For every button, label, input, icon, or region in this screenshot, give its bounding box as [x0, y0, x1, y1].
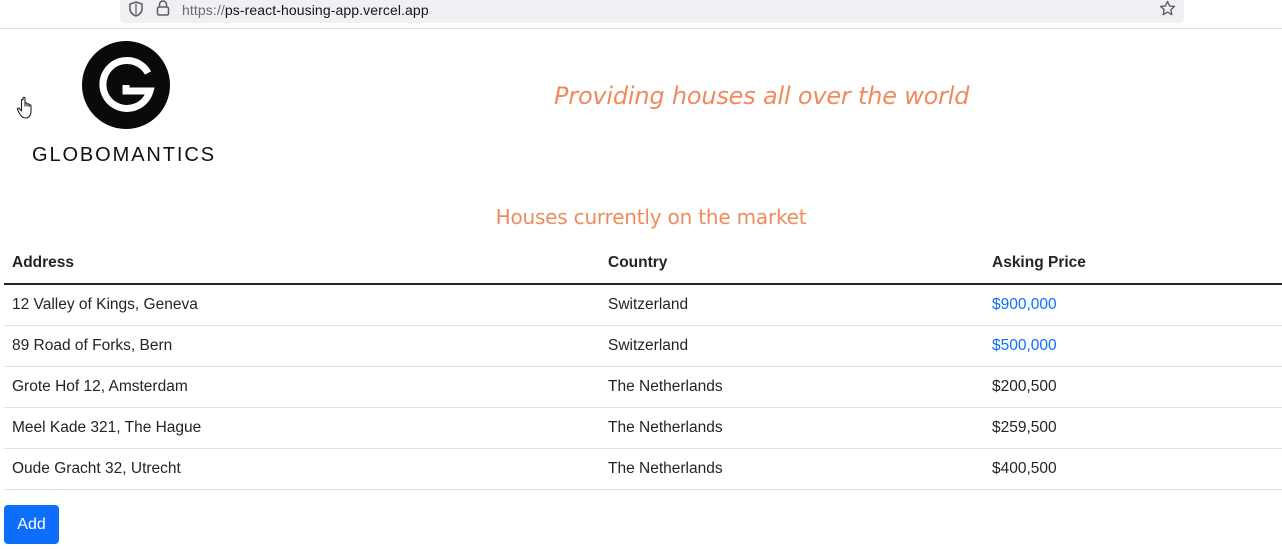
logo-text: GLOBOMANTICS — [32, 144, 216, 166]
country-cell: The Netherlands — [600, 407, 984, 449]
add-house-button[interactable]: Add — [4, 505, 59, 544]
price-cell: $900,000 — [984, 284, 1282, 326]
price-cell: $259,500 — [984, 407, 1282, 449]
country-cell: Switzerland — [600, 325, 984, 367]
price-cell: $400,500 — [984, 448, 1282, 490]
country-cell: The Netherlands — [600, 448, 984, 490]
url-scheme: https:// — [182, 2, 225, 18]
price-cell: $500,000 — [984, 325, 1282, 367]
address-cell: Oude Gracht 32, Utrecht — [4, 448, 600, 490]
column-header-asking-price: Asking Price — [984, 243, 1282, 285]
lock-icon[interactable] — [156, 0, 170, 16]
shield-icon[interactable] — [129, 1, 143, 17]
column-header-country: Country — [600, 243, 984, 285]
header-row: Address Country Asking Price — [4, 243, 1282, 285]
url-bar[interactable]: https://ps-react-housing-app.vercel.app — [120, 0, 1184, 23]
houses-table: Address Country Asking Price 12 Valley o… — [4, 243, 1282, 490]
toolbar-divider — [0, 28, 1282, 29]
address-cell: 12 Valley of Kings, Geneva — [4, 284, 600, 326]
price-cell: $200,500 — [984, 366, 1282, 408]
table-body: 12 Valley of Kings, Geneva Switzerland $… — [4, 284, 1282, 490]
country-cell: The Netherlands — [600, 366, 984, 408]
table-row[interactable]: Grote Hof 12, Amsterdam The Netherlands … — [4, 366, 1282, 408]
url-text[interactable]: https://ps-react-housing-app.vercel.app — [182, 2, 429, 18]
star-icon[interactable] — [1159, 0, 1176, 17]
address-cell: Meel Kade 321, The Hague — [4, 407, 600, 449]
globomantics-logo-icon — [82, 41, 170, 129]
url-host: ps-react-housing-app.vercel.app — [224, 2, 429, 18]
table-row[interactable]: 89 Road of Forks, Bern Switzerland $500,… — [4, 325, 1282, 367]
country-cell: Switzerland — [600, 284, 984, 326]
address-cell: 89 Road of Forks, Bern — [4, 325, 600, 367]
table-header: Address Country Asking Price — [4, 243, 1282, 285]
table-row[interactable]: Oude Gracht 32, Utrecht The Netherlands … — [4, 448, 1282, 490]
table-row[interactable]: Meel Kade 321, The Hague The Netherlands… — [4, 407, 1282, 449]
tagline: Providing houses all over the world — [554, 82, 970, 110]
houses-subtitle: Houses currently on the market — [495, 205, 807, 229]
table-row[interactable]: 12 Valley of Kings, Geneva Switzerland $… — [4, 284, 1282, 326]
column-header-address: Address — [4, 243, 600, 285]
address-cell: Grote Hof 12, Amsterdam — [4, 366, 600, 408]
hand-cursor-icon — [16, 96, 32, 119]
